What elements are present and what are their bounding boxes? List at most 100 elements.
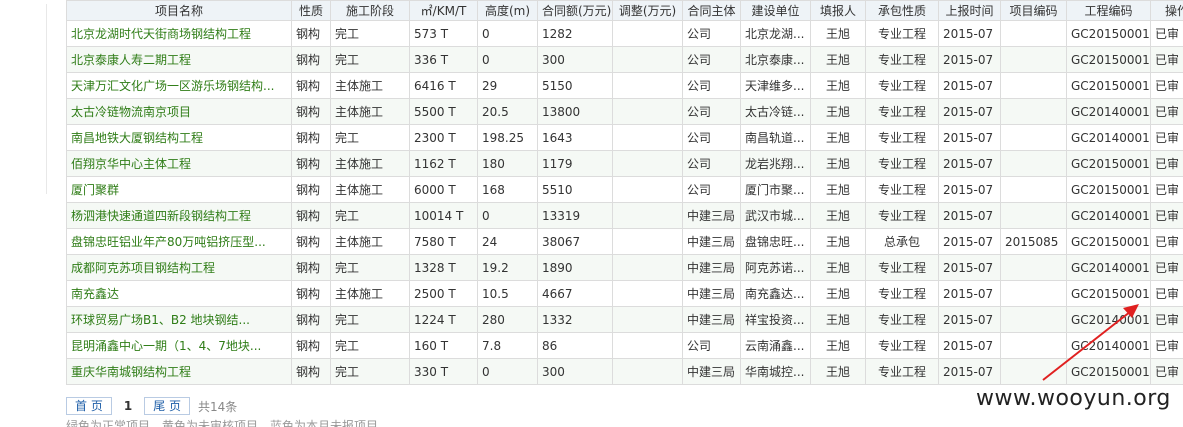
operations-cell: 已审 报 xyxy=(1150,228,1183,255)
nature-cell: 钢构 xyxy=(291,98,331,125)
table-row[interactable]: 昆明涌鑫中心一期（1、4、7地块... 钢构 完工 160 T 7.8 86 公司 云南涌鑫.… xyxy=(66,332,1183,359)
project-name-link[interactable]: 盘锦忠旺铝业年产80万吨铝挤压型... xyxy=(71,235,266,249)
builder-cell: 祥宝投资... xyxy=(740,306,811,333)
table-row[interactable]: 盘锦忠旺铝业年产80万吨铝挤压型... 钢构 主体施工 7580 T 24 38067 中建… xyxy=(66,228,1183,255)
table-row[interactable]: 环球贸易广场B1、B2 地块钢结... 钢构 完工 1224 T 280 1332 中建三局… xyxy=(66,306,1183,333)
adjust-cell xyxy=(612,72,683,99)
project-name-link[interactable]: 太古冷链物流南京项目 xyxy=(71,105,191,119)
adjust-cell xyxy=(612,176,683,203)
last-page-button[interactable]: 尾 页 xyxy=(144,397,191,415)
column-header: 承包性质 xyxy=(865,0,939,21)
table-row[interactable]: 天津万汇文化广场一区游乐场钢结构... 钢构 主体施工 6416 T 29 5150 公司天… xyxy=(66,72,1183,99)
project-code-cell xyxy=(1000,124,1067,151)
review-status: 已审 xyxy=(1155,339,1180,353)
builder-cell: 南昌轨道... xyxy=(740,124,811,151)
reporter-cell: 王旭 xyxy=(810,46,866,73)
adjust-cell xyxy=(612,228,683,255)
quantity-cell: 2500 T xyxy=(409,280,478,307)
table-row[interactable]: 南昌地铁大厦钢结构工程 钢构 完工 2300 T 198.25 1643 公司 南昌轨道...… xyxy=(66,124,1183,151)
table-row[interactable]: 厦门聚群 钢构 主体施工 6000 T 168 5510 公司 厦门市聚... 王旭 专业工程 20… xyxy=(66,176,1183,203)
quantity-cell: 1224 T xyxy=(409,306,478,333)
table-row[interactable]: 南充鑫达 钢构 主体施工 2500 T 10.5 4667 中建三局 南充鑫达... 王旭 专业工… xyxy=(66,280,1183,307)
project-name-link[interactable]: 南充鑫达 xyxy=(71,287,119,301)
column-header: 性质 xyxy=(291,0,331,21)
project-name-link[interactable]: 佰翔京华中心主体工程 xyxy=(71,157,191,171)
table-row[interactable]: 佰翔京华中心主体工程 钢构 主体施工 1162 T 180 1179 公司 龙岩兆翔... 王旭… xyxy=(66,150,1183,177)
project-name-link[interactable]: 天津万汇文化广场一区游乐场钢结构... xyxy=(71,79,274,93)
column-header: 调整(万元) xyxy=(612,0,683,21)
report-date-cell: 2015-07 xyxy=(938,46,1001,73)
amount-cell: 1179 xyxy=(537,150,613,177)
entity-cell: 公司 xyxy=(682,46,741,73)
project-name-cell: 成都阿克苏项目钢结构工程 xyxy=(66,254,292,281)
review-status: 已审 xyxy=(1155,157,1180,171)
phase-cell: 完工 xyxy=(330,46,410,73)
project-code-cell xyxy=(1000,176,1067,203)
column-header: 项目名称 xyxy=(66,0,292,21)
project-table: 项目名称 性质 施工阶段 ㎡/KM/T 高度(m) 合同额(万元) 调整(万元) 合同主体 建设… xyxy=(66,0,1183,385)
table-row[interactable]: 太古冷链物流南京项目 钢构 主体施工 5500 T 20.5 13800 公司 太古冷链...… xyxy=(66,98,1183,125)
project-name-link[interactable]: 重庆华南城钢结构工程 xyxy=(71,365,191,379)
project-code-cell xyxy=(1000,150,1067,177)
left-gutter xyxy=(0,0,66,427)
nature-cell: 钢构 xyxy=(291,20,331,47)
height-cell: 168 xyxy=(477,176,538,203)
project-name-link[interactable]: 北京泰康人寿二期工程 xyxy=(71,53,191,67)
builder-cell: 盘锦忠旺... xyxy=(740,228,811,255)
engineering-code-cell: GC20140001 xyxy=(1066,202,1151,229)
engineering-code-cell: GC20140001 xyxy=(1066,124,1151,151)
phase-cell: 完工 xyxy=(330,358,410,385)
operations-cell: 已审 报 xyxy=(1150,332,1183,359)
project-name-link[interactable]: 成都阿克苏项目钢结构工程 xyxy=(71,261,215,275)
column-header: 合同主体 xyxy=(682,0,741,21)
current-page-number[interactable]: 1 xyxy=(120,399,136,413)
column-header: 建设单位 xyxy=(740,0,811,21)
contract-type-cell: 专业工程 xyxy=(865,358,939,385)
height-cell: 24 xyxy=(477,228,538,255)
builder-cell: 华南城控... xyxy=(740,358,811,385)
table-row[interactable]: 北京龙湖时代天街商场钢结构工程 钢构 完工 573 T 0 1282 公司 北京龙湖... 王旭… xyxy=(66,20,1183,47)
adjust-cell xyxy=(612,254,683,281)
column-header: 合同额(万元) xyxy=(537,0,613,21)
reporter-cell: 王旭 xyxy=(810,358,866,385)
report-date-cell: 2015-07 xyxy=(938,98,1001,125)
reporter-cell: 王旭 xyxy=(810,280,866,307)
project-name-link[interactable]: 杨泗港快速通道四新段钢结构工程 xyxy=(71,209,251,223)
table-row[interactable]: 成都阿克苏项目钢结构工程 钢构 完工 1328 T 19.2 1890 中建三局 阿克苏诺..… xyxy=(66,254,1183,281)
height-cell: 0 xyxy=(477,202,538,229)
reporter-cell: 王旭 xyxy=(810,20,866,47)
contract-type-cell: 总承包 xyxy=(865,228,939,255)
table-row[interactable]: 杨泗港快速通道四新段钢结构工程 钢构 完工 10014 T 0 13319 中建三局 武汉市城… xyxy=(66,202,1183,229)
project-name-link[interactable]: 北京龙湖时代天街商场钢结构工程 xyxy=(71,27,251,41)
project-name-cell: 盘锦忠旺铝业年产80万吨铝挤压型... xyxy=(66,228,292,255)
reporter-cell: 王旭 xyxy=(810,176,866,203)
operations-cell: 已审 报 xyxy=(1150,176,1183,203)
table-row[interactable]: 重庆华南城钢结构工程 钢构 完工 330 T 0 300 中建三局 华南城控... 王旭 专业工程… xyxy=(66,358,1183,385)
height-cell: 180 xyxy=(477,150,538,177)
reporter-cell: 王旭 xyxy=(810,124,866,151)
builder-cell: 北京龙湖... xyxy=(740,20,811,47)
operations-cell: 已审 报 xyxy=(1150,98,1183,125)
table-row[interactable]: 北京泰康人寿二期工程 钢构 完工 336 T 0 300 公司 北京泰康... 王旭 专业工程 20… xyxy=(66,46,1183,73)
entity-cell: 中建三局 xyxy=(682,280,741,307)
entity-cell: 公司 xyxy=(682,332,741,359)
report-date-cell: 2015-07 xyxy=(938,150,1001,177)
first-page-button[interactable]: 首 页 xyxy=(66,397,112,415)
contract-type-cell: 专业工程 xyxy=(865,306,939,333)
amount-cell: 5510 xyxy=(537,176,613,203)
nature-cell: 钢构 xyxy=(291,254,331,281)
engineering-code-cell: GC20150001 xyxy=(1066,228,1151,255)
project-name-link[interactable]: 环球贸易广场B1、B2 地块钢结... xyxy=(71,313,250,327)
review-status: 已审 xyxy=(1155,53,1180,67)
builder-cell: 厦门市聚... xyxy=(740,176,811,203)
report-date-cell: 2015-07 xyxy=(938,254,1001,281)
pager: 首 页 1 尾 页 共14条 xyxy=(66,396,237,416)
adjust-cell xyxy=(612,46,683,73)
project-name-link[interactable]: 厦门聚群 xyxy=(71,183,119,197)
column-header: 高度(m) xyxy=(477,0,538,21)
builder-cell: 武汉市城... xyxy=(740,202,811,229)
nature-cell: 钢构 xyxy=(291,306,331,333)
project-name-link[interactable]: 昆明涌鑫中心一期（1、4、7地块... xyxy=(71,339,261,353)
quantity-cell: 330 T xyxy=(409,358,478,385)
project-name-link[interactable]: 南昌地铁大厦钢结构工程 xyxy=(71,131,203,145)
